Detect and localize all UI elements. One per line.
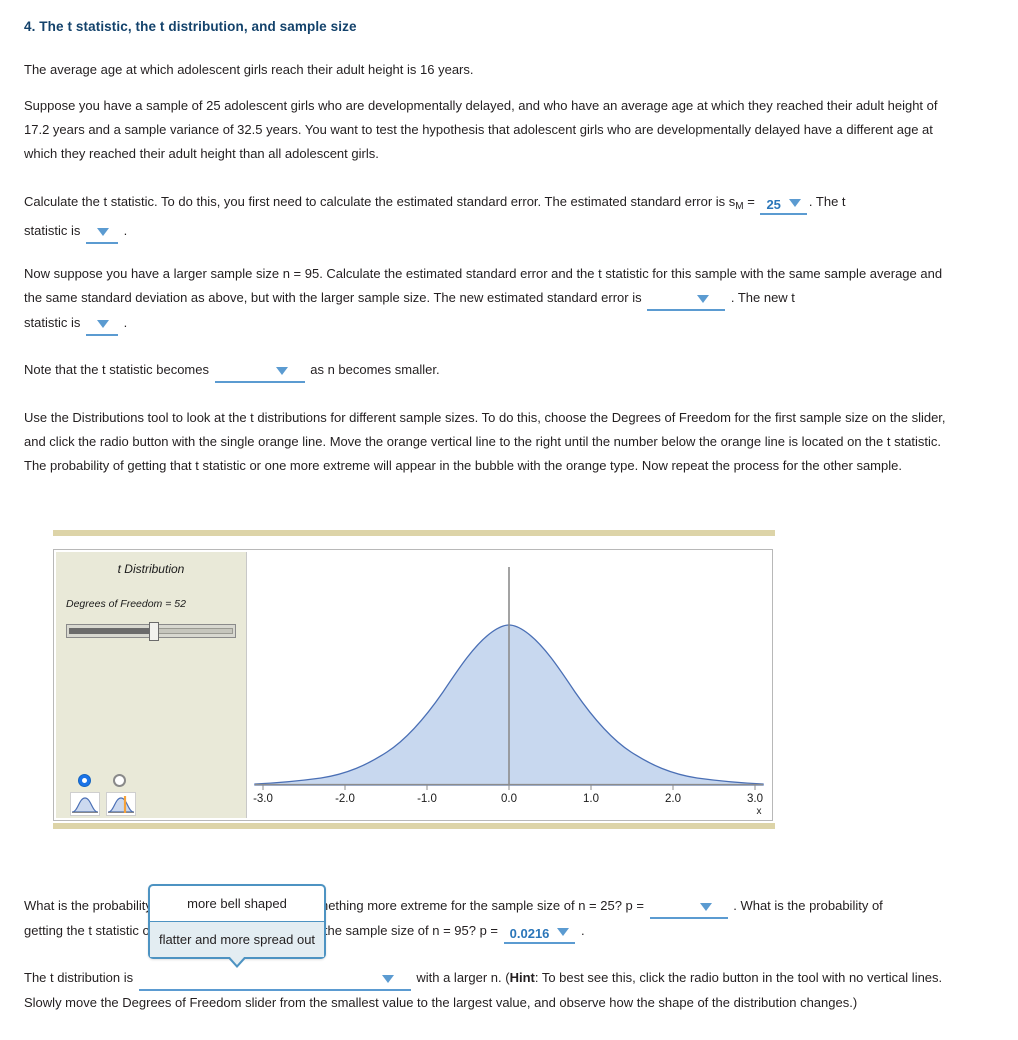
tick-label: 1.0 [583,793,599,805]
tick-label: 0.0 [501,793,517,805]
text-note-suffix: as n becomes smaller. [310,362,440,377]
text-shape-1: The t distribution is [24,970,134,985]
tool-title: t Distribution [117,562,185,576]
dropdown-p-value-n95[interactable]: 0.0216 [503,925,576,944]
text-note-prefix: Note that the t statistic becomes [24,362,209,377]
chevron-down-icon [96,320,109,328]
subscript-m: M [735,201,744,212]
divider-top [53,530,775,536]
text-prob-2: . What is the probability of [733,898,883,913]
distributions-tool: t Distribution Degrees of Freedom = 52 -… [53,549,773,821]
thumbnail-curve-no-line-icon[interactable] [70,792,100,816]
degrees-of-freedom-label: Degrees of Freedom = 52 [66,598,186,610]
dropdown-p-value-n95-value: 0.0216 [509,926,550,941]
tool-control-panel: t Distribution Degrees of Freedom = 52 [56,552,246,818]
dropdown-standard-error-2[interactable] [647,292,726,311]
worksheet-page: 4. The t statistic, the t distribution, … [0,0,1018,1040]
text-shape-3: : To best see this, click the radio butt… [534,970,943,985]
text-larger-n: Now suppose you have a larger sample siz… [24,266,943,305]
dropdown-p-value-n25[interactable] [649,900,728,919]
text-statistic-is-2: statistic is [24,315,81,330]
menu-option-flatter-and-more-spread-out[interactable]: flatter and more spread out [150,921,324,957]
dropdown-standard-error-1-value: 25 [766,197,781,212]
slider-remaining-track [157,628,233,634]
text-calc-prefix: Calculate the t statistic. To do this, y… [24,194,736,209]
degrees-of-freedom-slider[interactable] [66,622,236,641]
tick-label: 3.0 [747,793,763,805]
radio-curve-no-line[interactable] [78,774,91,787]
open-dropdown-menu[interactable]: more bell shaped flatter and more spread… [148,884,326,968]
text-equals: = [743,194,759,209]
slider-filled-track [69,628,154,634]
chevron-down-icon [275,367,288,375]
chevron-down-icon [96,228,109,236]
paragraph-tool-instructions: Use the Distributions tool to look at th… [24,410,946,473]
dropdown-standard-error-1[interactable]: 25 [760,196,807,215]
text-period-2: . [123,315,128,330]
menu-option-more-bell-shaped[interactable]: more bell shaped [150,886,324,921]
chevron-down-icon [788,199,801,207]
text-statistic-is-1: statistic is [24,223,81,238]
page-title: 4. The t statistic, the t distribution, … [24,19,357,34]
menu-pointer-arrow-inner [229,956,245,965]
paragraph-note: Note that the t statistic becomes as n b… [24,358,944,383]
chevron-down-icon [697,295,710,303]
dropdown-t-becomes[interactable] [214,364,305,383]
text-period-1: . [123,223,128,238]
paragraph-calc-t: Calculate the t statistic. To do this, y… [24,190,954,244]
hint-label: Hint [509,970,535,985]
divider-bottom [53,823,775,829]
text-the-new-t: . The new t [730,290,795,305]
tick-label: 2.0 [665,793,681,805]
text-shape-2: with a larger n. ( [416,970,510,985]
tick-label: -3.0 [253,793,273,805]
text-prob-4: . [581,923,585,938]
chevron-down-icon [557,928,570,936]
text-shape-4: Slowly move the Degrees of Freedom slide… [24,995,858,1010]
dropdown-t-distribution-shape[interactable] [138,972,411,991]
tick-label: -1.0 [417,793,437,805]
paragraph-scenario: Suppose you have a sample of 25 adolesce… [24,98,938,161]
paragraph-larger-n: Now suppose you have a larger sample siz… [24,262,954,336]
tick-label: -2.0 [335,793,355,805]
dropdown-t-statistic-1[interactable] [85,225,118,244]
slider-thumb[interactable] [149,622,159,641]
tool-chart-panel: -3.0 -2.0 -1.0 0.0 1.0 2.0 3.0 x [246,552,772,818]
text-prob-1: What is the probability of getting the t… [24,898,648,913]
paragraph-intro: The average age at which adolescent girl… [24,62,474,77]
paragraph-shape: The t distribution is with a larger n. (… [24,966,954,1015]
t-distribution-chart: -3.0 -2.0 -1.0 0.0 1.0 2.0 3.0 x [253,567,764,817]
chevron-down-icon [699,903,712,911]
radio-curve-with-orange-line[interactable] [113,774,126,787]
thumbnail-curve-orange-line-icon[interactable] [106,792,136,816]
x-axis-label: x [757,806,762,816]
text-the-t: . The t [808,194,846,209]
x-axis-tick-labels: -3.0 -2.0 -1.0 0.0 1.0 2.0 3.0 [253,793,763,805]
dropdown-t-statistic-2[interactable] [85,317,118,336]
chevron-down-icon [381,975,394,983]
